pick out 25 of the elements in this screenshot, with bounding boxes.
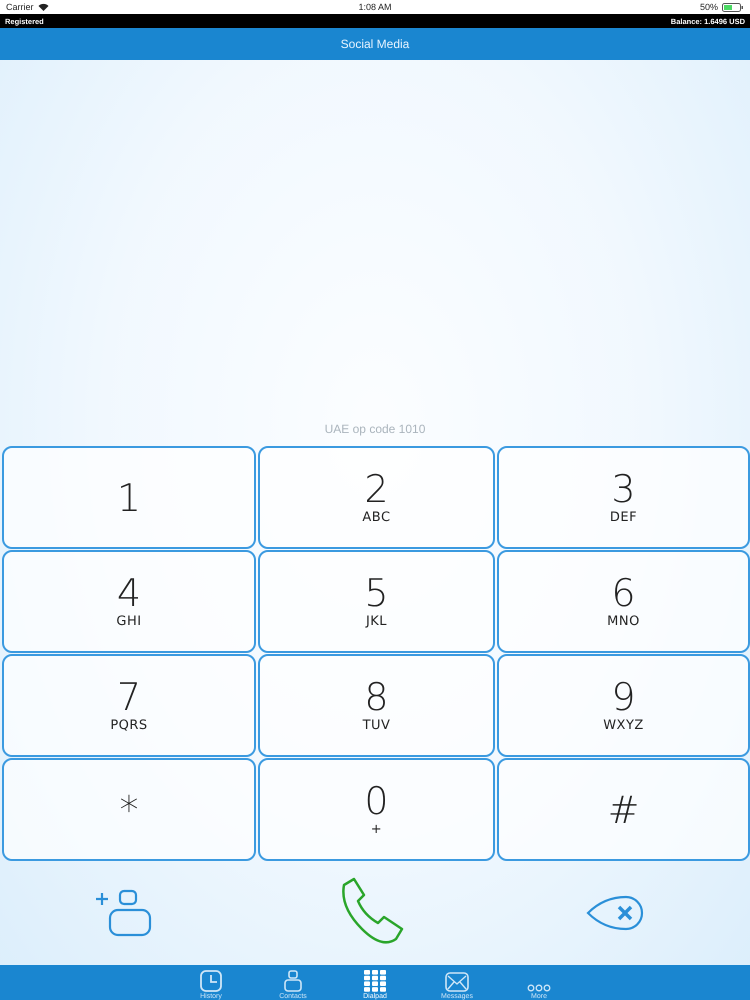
- dial-key[interactable]: 6 MNO: [497, 550, 750, 653]
- contact-icon: [284, 970, 302, 992]
- more-icon: [527, 984, 551, 992]
- dial-key[interactable]: 2 ABC: [258, 446, 495, 549]
- dial-key[interactable]: #: [497, 758, 750, 861]
- wifi-icon: [38, 3, 49, 11]
- dial-hint: UAE op code 1010: [324, 422, 426, 436]
- clock-icon: [200, 970, 222, 992]
- dial-key[interactable]: *: [2, 758, 256, 861]
- dialpad-icon: [364, 970, 386, 992]
- dial-key[interactable]: 8 TUV: [258, 654, 495, 757]
- dial-key[interactable]: 7 PQRS: [2, 654, 256, 757]
- dial-key[interactable]: 3 DEF: [497, 446, 750, 549]
- status-time: 1:08 AM: [358, 2, 392, 12]
- dial-key[interactable]: 1: [2, 446, 256, 549]
- dial-key[interactable]: 4 GHI: [2, 550, 256, 653]
- battery-icon: [722, 2, 744, 12]
- header-title: Social Media: [340, 37, 410, 51]
- battery-percent: 50%: [700, 2, 718, 12]
- carrier-label: Carrier: [6, 2, 34, 12]
- dial-key[interactable]: 5 JKL: [258, 550, 495, 653]
- envelope-icon: [445, 972, 469, 992]
- dial-key[interactable]: 0 +: [258, 758, 495, 861]
- dial-key[interactable]: 9 WXYZ: [497, 654, 750, 757]
- add-contact-icon[interactable]: [94, 889, 152, 937]
